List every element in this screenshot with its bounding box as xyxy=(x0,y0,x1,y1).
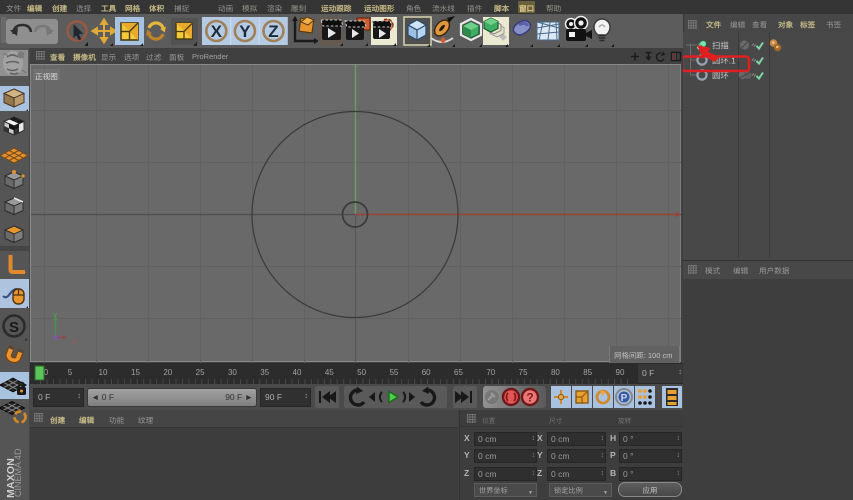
svg-text:Y: Y xyxy=(239,22,251,41)
svg-text:75: 75 xyxy=(519,368,528,377)
svg-text:30: 30 xyxy=(228,368,237,377)
svg-text:5: 5 xyxy=(68,368,73,377)
svg-text:15: 15 xyxy=(131,368,140,377)
svg-text:: 100 cm: : 100 cm xyxy=(644,351,673,360)
svg-text:Y: Y xyxy=(53,311,58,320)
svg-text:X: X xyxy=(211,22,223,41)
svg-text:P: P xyxy=(621,393,628,404)
svg-text:0: 0 xyxy=(44,368,49,377)
svg-text:?: ? xyxy=(526,391,533,405)
svg-text:80: 80 xyxy=(551,368,560,377)
svg-text:20: 20 xyxy=(163,368,172,377)
svg-text:85: 85 xyxy=(583,368,592,377)
svg-text:25: 25 xyxy=(196,368,205,377)
svg-text:70: 70 xyxy=(486,368,495,377)
svg-text:35: 35 xyxy=(260,368,269,377)
svg-text:S: S xyxy=(9,319,19,336)
svg-text:X: X xyxy=(72,338,77,347)
svg-text:55: 55 xyxy=(389,368,398,377)
svg-text:10: 10 xyxy=(99,368,108,377)
svg-text:90: 90 xyxy=(616,368,625,377)
svg-text:45: 45 xyxy=(325,368,334,377)
svg-text:40: 40 xyxy=(293,368,302,377)
svg-text:50: 50 xyxy=(357,368,366,377)
svg-text:65: 65 xyxy=(454,368,463,377)
svg-text:Z: Z xyxy=(268,22,278,41)
svg-text:60: 60 xyxy=(422,368,431,377)
